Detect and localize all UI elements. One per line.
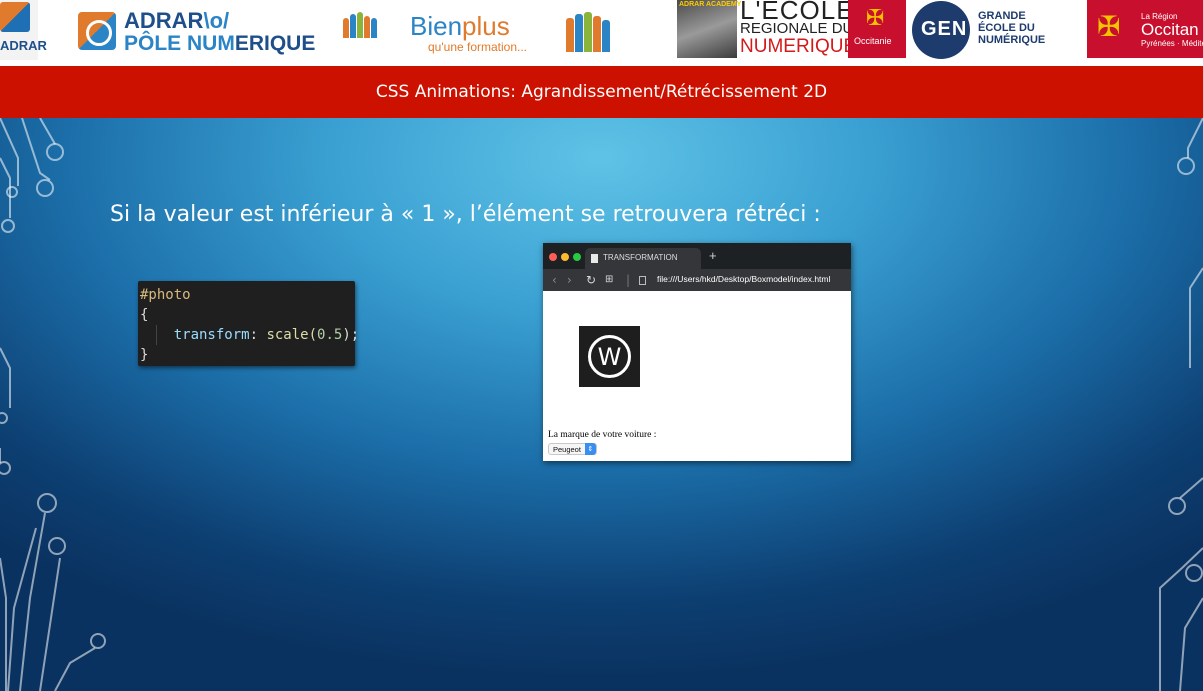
new-tab-button[interactable]: + [709,248,717,263]
reload-icon[interactable]: ↻ [586,273,596,287]
ecole-line1: L'ECOLE [740,0,855,25]
browser-tab-transformation[interactable]: TRANSFORMATION [585,248,701,269]
gen-mark: GEN [921,18,968,40]
gen-text-2: ÉCOLE DU [978,22,1035,34]
forward-arrow-icon[interactable]: › [567,273,572,287]
adrar-small-text: ADRAR [0,38,47,53]
minimize-window-button[interactable] [561,253,569,261]
occitan-cross-icon: ✠ [1097,10,1121,43]
maximize-window-button[interactable] [573,253,581,261]
code-close-call: ); [342,327,360,343]
indent-guide [156,325,157,345]
adrar-pole-numerique-logo: ADRAR\o/ PÔLE NUMERIQUE [78,8,315,58]
photo-w-logo: W [579,326,640,387]
tab-title: TRANSFORMATION [603,253,678,262]
browser-window: TRANSFORMATION + ‹ › ↻ ⊞ | file:///Users… [543,243,851,461]
close-window-button[interactable] [549,253,557,261]
adrar-academy-badge: ADRAR ACADEMY [679,1,742,8]
region-sub: Pyrénées · Méditerr [1141,39,1203,48]
slide-heading: Si la valeur est inférieur à « 1 », l’él… [110,202,821,227]
occitanie-mini-logo: ✠ Occitanie [848,0,906,58]
adrar-name: ADRAR [124,8,204,33]
logo-banner: ADRAR ADRAR\o/ PÔLE NUMERIQUE Bienplus q… [0,0,1203,66]
car-brand-select[interactable]: Peugeot ⇕ [548,443,597,455]
adrar-square-icon [0,2,30,32]
people-group-icon [566,12,616,54]
car-brand-selected-value: Peugeot [553,444,581,454]
adrar-mark: \o/ [203,8,230,33]
browser-toolbar: ‹ › ↻ ⊞ | file:///Users/hkd/Desktop/Boxm… [543,269,851,291]
plus-text: plus [462,11,510,41]
car-brand-label: La marque de votre voiture : [548,430,657,440]
slide-title: CSS Animations: Agrandissement/Rétréciss… [375,82,828,102]
bienplus-tagline: qu'une formation... [428,40,528,54]
adrar-emblem-icon [78,12,116,50]
w-logo-letter: W [597,342,622,371]
adrar-small-logo: ADRAR [0,0,47,60]
pole-erique-text: ERIQUE [234,32,316,55]
address-bar[interactable]: file:///Users/hkd/Desktop/Boxmodel/index… [657,274,830,284]
code-property: transform [173,327,250,343]
browser-tab-strip: TRANSFORMATION + [543,243,851,269]
page-info-icon[interactable] [639,276,646,285]
occitanie-mini-text: Occitanie [854,36,892,46]
code-open-brace: { [140,307,149,323]
pole-num-text: PÔLE NUM [124,32,235,55]
code-colon: : [249,327,267,343]
code-number: 0.5 [317,327,343,343]
select-chevron-icon: ⇕ [584,443,596,455]
code-function: scale( [266,327,318,343]
w-logo-ring-icon: W [588,335,631,378]
slide-title-bar: CSS Animations: Agrandissement/Rétréciss… [0,66,1203,118]
slide-content: Si la valeur est inférieur à « 1 », l’él… [0,118,1203,691]
adrar-academy-photo: ADRAR ACADEMY [677,0,741,58]
people-figures-icon [343,12,383,54]
ecole-line3: NUMERIQUE [740,36,857,57]
toolbar-separator: | [626,273,631,287]
occitan-cross-icon: ✠ [866,6,885,31]
document-icon [591,254,598,263]
bien-text: Bien [410,11,463,41]
code-selector: #photo [140,287,191,303]
css-code-block: #photo { transform: scale(0.5); } [138,281,359,366]
apps-grid-icon[interactable]: ⊞ [605,274,613,285]
ecole-regionale-logo: L'ECOLE REGIONALE DU NUMERIQUE [740,0,857,58]
gen-logo: GEN [912,1,970,59]
back-arrow-icon[interactable]: ‹ [552,273,557,287]
region-occitanie-logo: ✠ La Région Occitan Pyrénées · Méditerr [1087,0,1203,58]
gen-text-3: NUMÉRIQUE [978,34,1046,46]
code-close-brace: } [140,347,149,363]
browser-viewport: W La marque de votre voiture : Peugeot ⇕ [543,291,851,461]
region-name: Occitan [1141,20,1199,39]
gen-text-1: GRANDE [978,10,1026,22]
